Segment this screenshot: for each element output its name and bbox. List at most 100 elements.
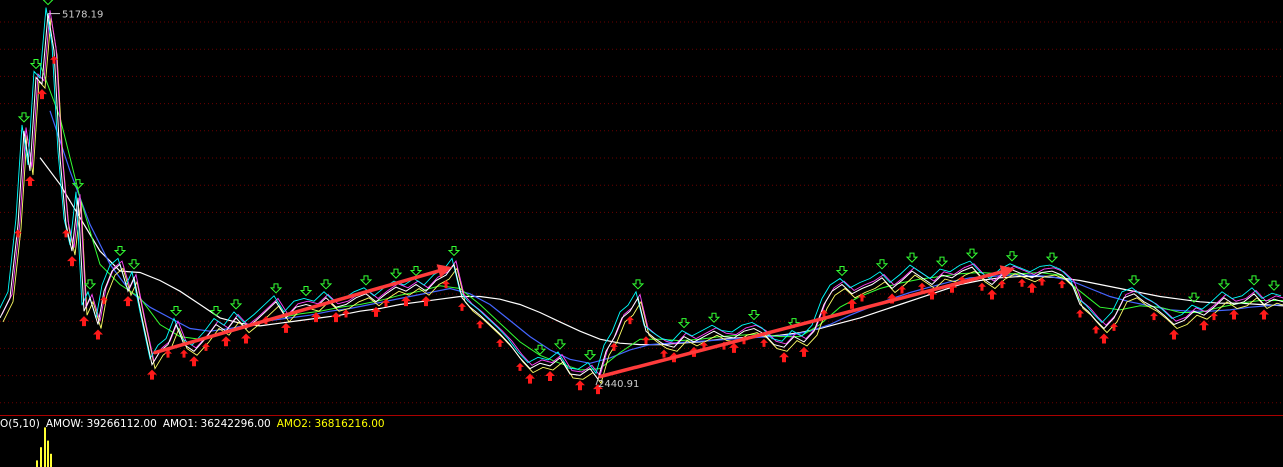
buy-arrow-icon: [998, 280, 1006, 289]
buy-arrow-icon: [241, 333, 251, 344]
low-label: 2440.91: [598, 379, 639, 390]
price-chart[interactable]: 5178.19 2440.91: [0, 0, 1283, 467]
buy-arrow-icon: [202, 342, 210, 351]
buy-arrow-icon: [421, 296, 431, 307]
trend-arrow-shaft: [598, 270, 1004, 379]
volume-bar: [47, 440, 49, 467]
ma-magenta-line: [1, 10, 1283, 377]
sell-arrow-icon: [269, 283, 283, 294]
high-label: 5178.19: [62, 10, 103, 21]
buy-arrow-icon: [1018, 278, 1026, 287]
volume-bar: [44, 427, 46, 467]
price-line: [0, 13, 1283, 381]
ma-green-line: [39, 63, 1283, 371]
buy-arrow-icon: [221, 336, 231, 347]
buy-arrow-icon: [760, 338, 768, 347]
buy-arrow-icon: [180, 349, 188, 358]
buy-arrow-icon: [1092, 325, 1100, 334]
buy-arrow-icon: [1038, 277, 1046, 286]
chart-series: [0, 7, 1283, 385]
sell-arrow-icon: [127, 259, 141, 270]
buy-arrow-icon: [147, 369, 157, 380]
buy-arrow-icon: [516, 362, 524, 371]
amow-value: 39266112.00: [86, 418, 157, 430]
sell-arrow-icon: [1267, 280, 1281, 291]
sell-arrow-icon: [319, 279, 333, 290]
sell-arrow-icon: [17, 112, 31, 123]
sell-arrow-icon: [935, 256, 949, 267]
trend-arrow-shaft: [153, 269, 441, 355]
sell-arrow-icon: [29, 58, 43, 70]
buy-arrow-icon: [123, 296, 133, 307]
buy-arrow-icon: [1169, 329, 1179, 340]
buy-arrow-icon: [1110, 322, 1118, 331]
buy-arrow-icon: [93, 329, 103, 340]
buy-arrow-icon: [1058, 280, 1066, 289]
sell-arrow-icon: [1045, 252, 1059, 263]
extreme-labels: 5178.19 2440.91: [48, 10, 639, 390]
buy-arrow-icon: [342, 309, 350, 318]
sell-arrow-icon: [42, 0, 54, 6]
buy-arrow-icon: [1210, 312, 1218, 321]
buy-arrow-icon: [1259, 309, 1269, 320]
buy-arrow-icon: [642, 336, 650, 345]
buy-arrow-icon: [1076, 309, 1084, 318]
sell-arrow-icon: [631, 279, 645, 290]
buy-arrow-icon: [496, 338, 504, 347]
trend-arrows: [153, 264, 1015, 379]
sell-arrow-icon: [71, 179, 85, 190]
buy-arrow-icon: [1027, 282, 1037, 293]
buy-arrow-icon: [779, 352, 789, 363]
ma-blue-line: [49, 110, 1283, 364]
buy-arrow-icon: [281, 322, 291, 333]
sell-arrow-icon: [875, 259, 889, 270]
buy-arrow-icon: [1150, 312, 1158, 321]
buy-arrow-icon: [660, 349, 668, 358]
sell-arrow-icon: [169, 306, 183, 317]
sell-arrow-icon: [447, 245, 461, 257]
amo1-label: AMO1:: [162, 418, 198, 430]
ma-cyan-line: [0, 7, 1282, 375]
sell-arrow-icon: [229, 299, 243, 310]
sell-arrow-icon: [359, 275, 373, 286]
sell-arrow-icon: [1217, 279, 1231, 290]
buy-arrow-icon: [575, 380, 585, 391]
sell-arrow-icon: [835, 265, 849, 277]
ma-yellow-line: [2, 17, 1283, 385]
amo2-label: AMO2:: [276, 418, 312, 430]
amo1-value: 36242296.00: [200, 418, 271, 430]
signal-markers: [14, 0, 1281, 395]
sell-arrow-icon: [113, 245, 127, 257]
sell-arrow-icon: [707, 312, 721, 323]
sell-arrow-icon: [1005, 251, 1019, 262]
indicator-bar: O(5,10) AMOW: 39266112.00 AMO1: 36242296.00 A…: [0, 418, 391, 432]
buy-arrow-icon: [1099, 333, 1109, 344]
buy-arrow-icon: [331, 312, 341, 323]
buy-arrow-icon: [626, 316, 634, 325]
volume-panel: [36, 427, 52, 467]
sell-arrow-icon: [583, 350, 597, 361]
buy-arrow-icon: [189, 356, 199, 367]
sell-arrow-icon: [209, 306, 223, 317]
buy-arrow-icon: [610, 342, 618, 351]
buy-arrow-icon: [476, 320, 484, 329]
buy-arrow-icon: [67, 256, 77, 267]
buy-arrow-icon: [847, 298, 857, 309]
sell-arrow-icon: [389, 268, 403, 279]
buy-arrow-icon: [525, 373, 535, 384]
buy-arrow-icon: [1229, 309, 1239, 320]
amow-label: AMOW:: [45, 418, 84, 430]
indicator-prefix: O(5,10): [0, 418, 40, 430]
sell-arrow-icon: [1127, 275, 1141, 286]
sell-arrow-icon: [747, 310, 761, 321]
sell-arrow-icon: [1247, 275, 1261, 286]
sell-arrow-icon: [965, 248, 979, 259]
volume-bar: [40, 447, 42, 467]
volume-bar: [36, 460, 38, 467]
volume-bar: [50, 453, 52, 467]
buy-arrow-icon: [458, 302, 466, 311]
buy-arrow-icon: [545, 370, 555, 381]
sell-arrow-icon: [83, 279, 97, 290]
buy-arrow-icon: [25, 175, 35, 186]
sell-arrow-icon: [677, 318, 691, 329]
